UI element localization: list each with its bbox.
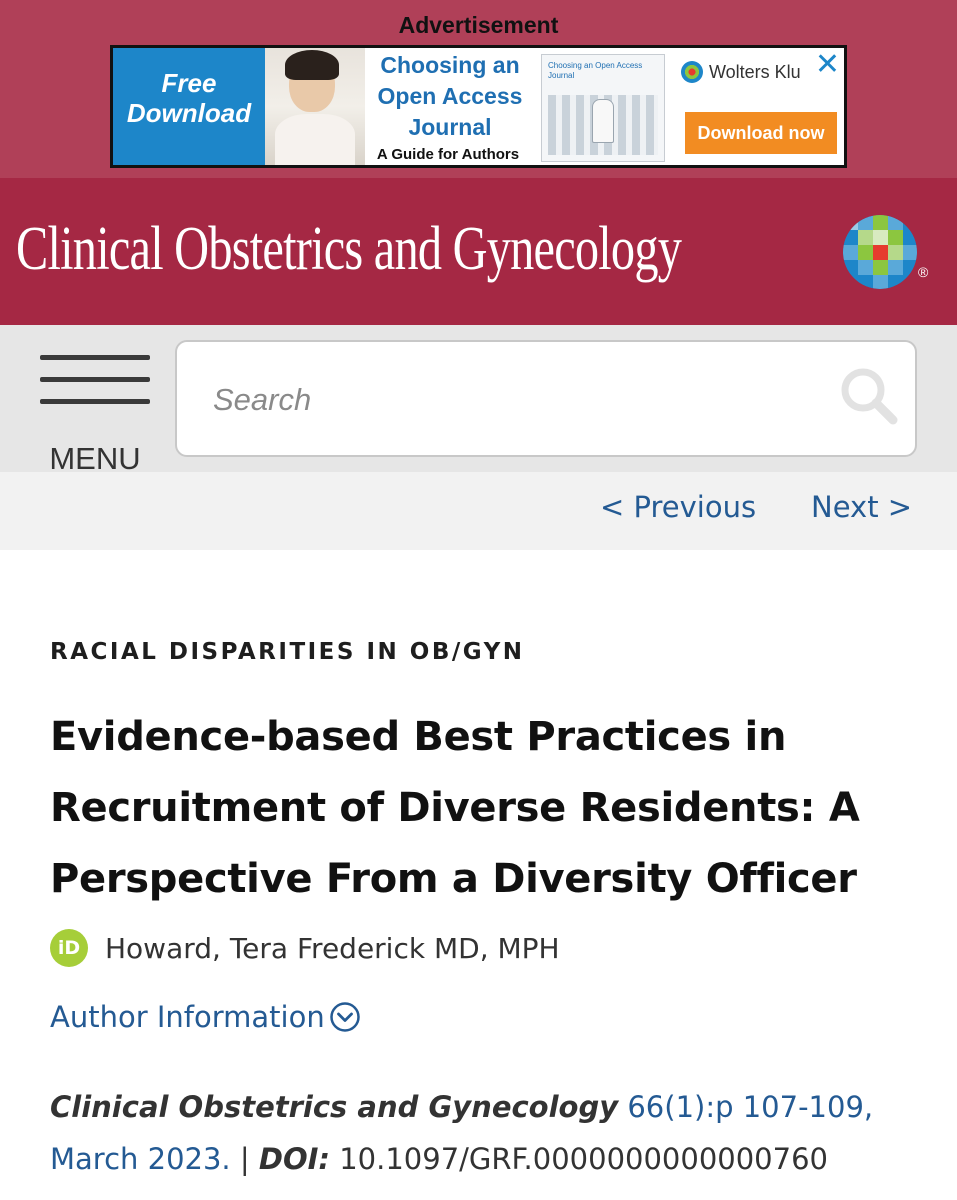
wolters-kluwer-logo-icon[interactable] [843,215,917,289]
ad-brand-text: Wolters Klu [709,61,801,82]
ad-brand: Wolters Klu [681,58,801,86]
journal-header: Clinical Obstetrics and Gynecology ® [0,178,957,325]
close-icon[interactable]: ✕ [815,50,840,80]
doi-label: DOI: [258,1142,330,1176]
menu-button[interactable]: MENU [38,349,152,476]
author-information-label: Author Information [50,1000,325,1034]
ad-subline: A Guide for Authors [376,146,520,163]
citation-journal: Clinical Obstetrics and Gynecology [50,1090,619,1124]
ad-headline: Choosing an Open Access Journal [377,52,523,140]
hamburger-icon-line [40,377,150,382]
article-pager: < Previous Next > [0,472,957,550]
citation-date-link[interactable]: March 2023. [50,1142,231,1176]
doi-value[interactable]: 10.1097/GRF.0000000000000760 [339,1142,828,1176]
wolters-kluwer-small-icon [681,61,703,83]
search-box[interactable] [175,340,917,457]
orcid-icon[interactable]: iD [50,929,88,967]
hamburger-icon-line [40,399,150,404]
ad-thumbnail-text: Choosing an Open Access Journal [548,61,643,80]
author-name[interactable]: Howard, Tera Frederick MD, MPH [105,932,560,965]
journal-title[interactable]: Clinical Obstetrics and Gynecology [16,204,682,294]
advertisement-area: Advertisement Free Download Choosing an … [0,0,957,178]
article-title: Evidence-based Best Practices in Recruit… [50,714,860,902]
article-category: RACIAL DISPARITIES IN OB/GYN [50,639,525,665]
search-bar-row: MENU [0,325,957,476]
search-icon[interactable] [837,364,901,428]
ad-person-photo [265,48,365,165]
chevron-down-icon [329,1002,360,1032]
previous-article-link[interactable]: < Previous [600,490,756,524]
citation-volume-pages-link[interactable]: 66(1):p 107-109, [627,1090,873,1124]
ad-download-now-button[interactable]: Download now [685,112,837,154]
search-input[interactable] [213,372,813,428]
registered-mark: ® [918,264,929,280]
author-row: iD Howard, Tera Frederick MD, MPH [50,926,560,970]
citation-separator: | [239,1142,250,1176]
ad-banner[interactable]: Free Download Choosing an Open Access Jo… [110,45,847,168]
next-article-link[interactable]: Next > [811,490,912,524]
ad-journal-thumbnail: Choosing an Open Access Journal [541,54,665,162]
author-information-toggle[interactable]: Author Information [50,1000,361,1034]
advertisement-label: Advertisement [398,12,559,38]
article-citation: Clinical Obstetrics and Gynecology 66(1)… [50,1081,910,1185]
ad-free-download-text: Free Download [113,48,265,165]
hamburger-icon [40,355,150,360]
